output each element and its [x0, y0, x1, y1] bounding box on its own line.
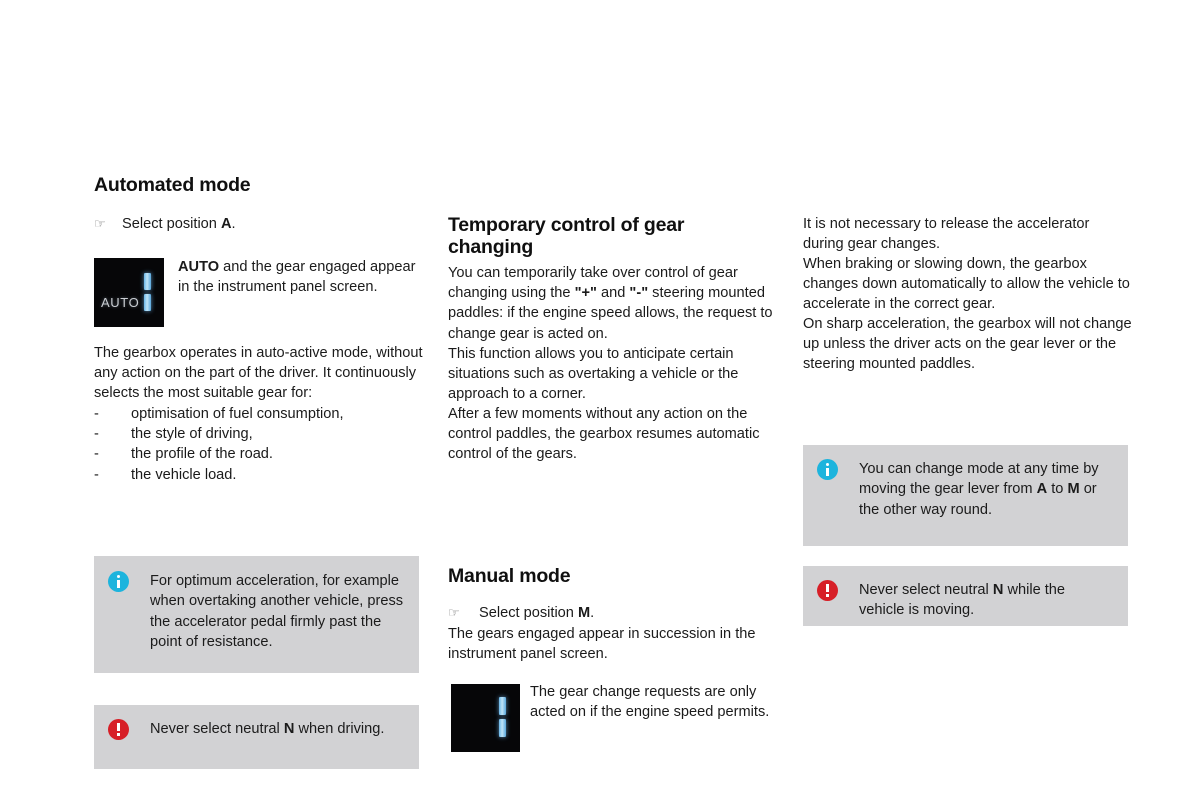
list-item: - the profile of the road.	[94, 444, 424, 464]
list-item-label: optimisation of fuel consumption,	[131, 406, 344, 422]
bullet-text: Select position M.	[479, 603, 594, 623]
pointing-hand-icon: ☞	[94, 216, 106, 231]
warning-bold-value: N	[992, 582, 1004, 598]
bullet-bold-value: A	[220, 216, 232, 232]
icon-slot	[817, 580, 859, 601]
bullet-prefix: Select position	[122, 216, 221, 232]
list-item: - the style of driving,	[94, 424, 424, 444]
auto-caption-bold: AUTO	[178, 259, 220, 275]
paddle-plus-symbol: "+"	[574, 285, 597, 302]
temporary-control-paragraph-2: This function allows you to anticipate c…	[448, 346, 739, 403]
auto-display-caption: AUTO and the gear engaged appear in the …	[178, 257, 424, 297]
paddle-minus-symbol: "-"	[629, 285, 649, 302]
temporary-control-paragraph-1: You can temporarily take over control of…	[448, 263, 780, 344]
info-icon	[817, 459, 838, 480]
icon-slot	[108, 571, 150, 592]
list-dash: -	[94, 466, 99, 483]
section-title-manual-mode: Manual mode	[448, 565, 571, 587]
right-paragraph-3: On sharp acceleration, the gearbox will …	[803, 316, 1132, 373]
warning-callout-text: Never select neutral N while the vehicle…	[859, 580, 1114, 621]
warning-icon	[817, 580, 838, 601]
section-title-temporary-control: Temporary control of gear changing	[448, 214, 685, 258]
warning-suffix: when driving.	[294, 721, 385, 737]
pointing-hand-icon: ☞	[448, 605, 460, 620]
bullet-select-position-a: ☞ Select position A.	[94, 214, 424, 234]
info-callout-optimum-acceleration: For optimum acceleration, for example wh…	[94, 556, 419, 673]
temporary-control-paragraph-3: After a few moments without any action o…	[448, 406, 760, 463]
manual-page: Automated mode ☞ Select position A. AUTO…	[0, 0, 1200, 800]
manual-mode-paragraph: The gears engaged appear in succession i…	[448, 626, 756, 663]
list-dash: -	[94, 426, 99, 443]
bullet-suffix: .	[231, 216, 236, 232]
icon-slot	[817, 459, 859, 480]
info-callout-text: You can change mode at any time by movin…	[859, 459, 1114, 520]
bullet-prefix: Select position	[479, 605, 578, 621]
para1-part-c: and	[596, 285, 630, 302]
info-callout-text: For optimum acceleration, for example wh…	[150, 573, 404, 650]
bullet-select-position-m: ☞ Select position M.	[448, 603, 780, 623]
warning-callout-text: Never select neutral N when driving.	[150, 719, 405, 739]
gear-display-caption: The gear change requests are only acted …	[530, 684, 770, 721]
warning-callout-never-select-neutral-moving: Never select neutral N while the vehicle…	[803, 566, 1128, 626]
mode-m-value: M	[1067, 481, 1080, 498]
list-item: - the vehicle load.	[94, 465, 424, 485]
list-item-label: the style of driving,	[131, 426, 253, 443]
list-dash: -	[94, 446, 99, 463]
gear-selection-criteria-list: - optimisation of fuel consumption, - the …	[94, 404, 424, 485]
bullet-suffix: .	[590, 605, 595, 621]
warning-prefix: Never select neutral	[150, 721, 284, 737]
bullet-text: Select position A.	[122, 214, 236, 234]
warning-prefix: Never select neutral	[859, 582, 993, 598]
right-paragraph-1: It is not necessary to release the accel…	[803, 216, 1090, 253]
list-item-label: the profile of the road.	[131, 446, 273, 463]
mode-a-value: A	[1036, 481, 1048, 498]
instrument-display-auto: AUTO	[94, 258, 164, 327]
list-item-label: the vehicle load.	[131, 466, 237, 483]
warning-icon	[108, 719, 129, 740]
info-part-c: to	[1047, 481, 1068, 498]
list-item: - optimisation of fuel consumption,	[94, 404, 424, 424]
icon-slot	[108, 719, 150, 740]
list-dash: -	[94, 406, 99, 422]
instrument-display-gear	[451, 684, 520, 752]
bullet-bold-value: M	[577, 605, 591, 621]
warning-bold-value: N	[283, 721, 295, 737]
auto-display-label: AUTO	[101, 295, 140, 310]
automated-mode-paragraph: The gearbox operates in auto-active mode…	[94, 345, 423, 402]
right-paragraph-2: When braking or slowing down, the gearbo…	[803, 256, 1130, 313]
gear-digit-indicator	[499, 697, 506, 739]
info-callout-change-mode: You can change mode at any time by movin…	[803, 445, 1128, 546]
page-title-automated-mode: Automated mode	[94, 174, 251, 196]
warning-callout-never-select-neutral: Never select neutral N when driving.	[94, 705, 419, 769]
info-icon	[108, 571, 129, 592]
gear-digit-indicator	[144, 273, 151, 313]
